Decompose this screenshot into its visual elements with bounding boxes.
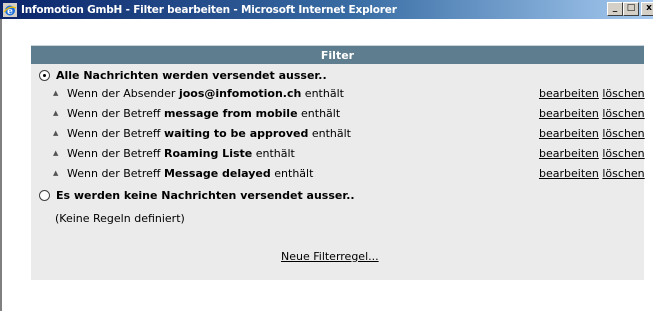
window-controls: _ □ x xyxy=(607,2,653,16)
radio-all-messages[interactable] xyxy=(39,70,50,81)
panel-title: Filter xyxy=(31,45,644,64)
minimize-button[interactable]: _ xyxy=(607,2,623,16)
rule-row: ▲ Wenn der Betreff Message delayed enthä… xyxy=(53,165,645,181)
triangle-up-icon: ▲ xyxy=(53,89,59,97)
rule-row: ▲ Wenn der Betreff waiting to be approve… xyxy=(53,125,645,141)
close-button[interactable]: x xyxy=(641,2,653,16)
delete-rule-link[interactable]: löschen xyxy=(602,107,644,120)
rule-text: Wenn der Betreff message from mobile ent… xyxy=(67,106,341,120)
window-titlebar[interactable]: e Infomotion GmbH - Filter bearbeiten - … xyxy=(0,0,653,19)
edit-rule-link[interactable]: bearbeiten xyxy=(539,147,599,160)
edit-rule-link[interactable]: bearbeiten xyxy=(539,107,599,120)
rule-row: ▲ Wenn der Absender joos@infomotion.ch e… xyxy=(53,85,645,101)
rule-row: ▲ Wenn der Betreff Roaming Liste enthält… xyxy=(53,145,645,161)
option-all-label: Alle Nachrichten werden versendet ausser… xyxy=(56,69,327,82)
rule-actions: bearbeiten löschen xyxy=(539,87,645,100)
rule-text: Wenn der Betreff waiting to be approved … xyxy=(67,126,351,140)
triangle-up-icon: ▲ xyxy=(53,149,59,157)
rule-text: Wenn der Betreff Message delayed enthält xyxy=(67,166,314,180)
option-none-row: Es werden keine Nachrichten versendet au… xyxy=(39,189,355,202)
rule-value: Roaming Liste xyxy=(163,146,253,160)
rule-value: message from mobile xyxy=(163,106,298,120)
radio-no-messages[interactable] xyxy=(39,190,50,201)
triangle-up-icon: ▲ xyxy=(53,169,59,177)
rule-actions: bearbeiten löschen xyxy=(539,127,645,140)
rule-value: waiting to be approved xyxy=(163,126,309,140)
new-filter-rule-link[interactable]: Neue Filterregel... xyxy=(281,250,379,263)
rule-value: joos@infomotion.ch xyxy=(178,86,302,100)
edit-rule-link[interactable]: bearbeiten xyxy=(539,167,599,180)
internet-explorer-icon: e xyxy=(3,2,17,17)
no-rules-text: (Keine Regeln definiert) xyxy=(55,212,185,225)
option-all-row: Alle Nachrichten werden versendet ausser… xyxy=(39,69,327,82)
maximize-button[interactable]: □ xyxy=(623,2,639,16)
edit-rule-link[interactable]: bearbeiten xyxy=(539,87,599,100)
rule-actions: bearbeiten löschen xyxy=(539,107,645,120)
window-title: Infomotion GmbH - Filter bearbeiten - Mi… xyxy=(21,3,397,16)
panel-body: Alle Nachrichten werden versendet ausser… xyxy=(31,64,645,280)
rule-value: Message delayed xyxy=(163,166,271,180)
option-none-label: Es werden keine Nachrichten versendet au… xyxy=(56,189,355,202)
rule-actions: bearbeiten löschen xyxy=(539,147,645,160)
edit-rule-link[interactable]: bearbeiten xyxy=(539,127,599,140)
rule-text: Wenn der Betreff Roaming Liste enthält xyxy=(67,146,295,160)
triangle-up-icon: ▲ xyxy=(53,109,59,117)
delete-rule-link[interactable]: löschen xyxy=(602,87,644,100)
rule-actions: bearbeiten löschen xyxy=(539,167,645,180)
rule-row: ▲ Wenn der Betreff message from mobile e… xyxy=(53,105,645,121)
delete-rule-link[interactable]: löschen xyxy=(602,147,644,160)
delete-rule-link[interactable]: löschen xyxy=(602,167,644,180)
rule-text: Wenn der Absender joos@infomotion.ch ent… xyxy=(67,86,344,100)
delete-rule-link[interactable]: löschen xyxy=(602,127,644,140)
filter-panel: Filter Alle Nachrichten werden versendet… xyxy=(31,45,645,280)
browser-content: Filter Alle Nachrichten werden versendet… xyxy=(0,19,653,311)
triangle-up-icon: ▲ xyxy=(53,129,59,137)
